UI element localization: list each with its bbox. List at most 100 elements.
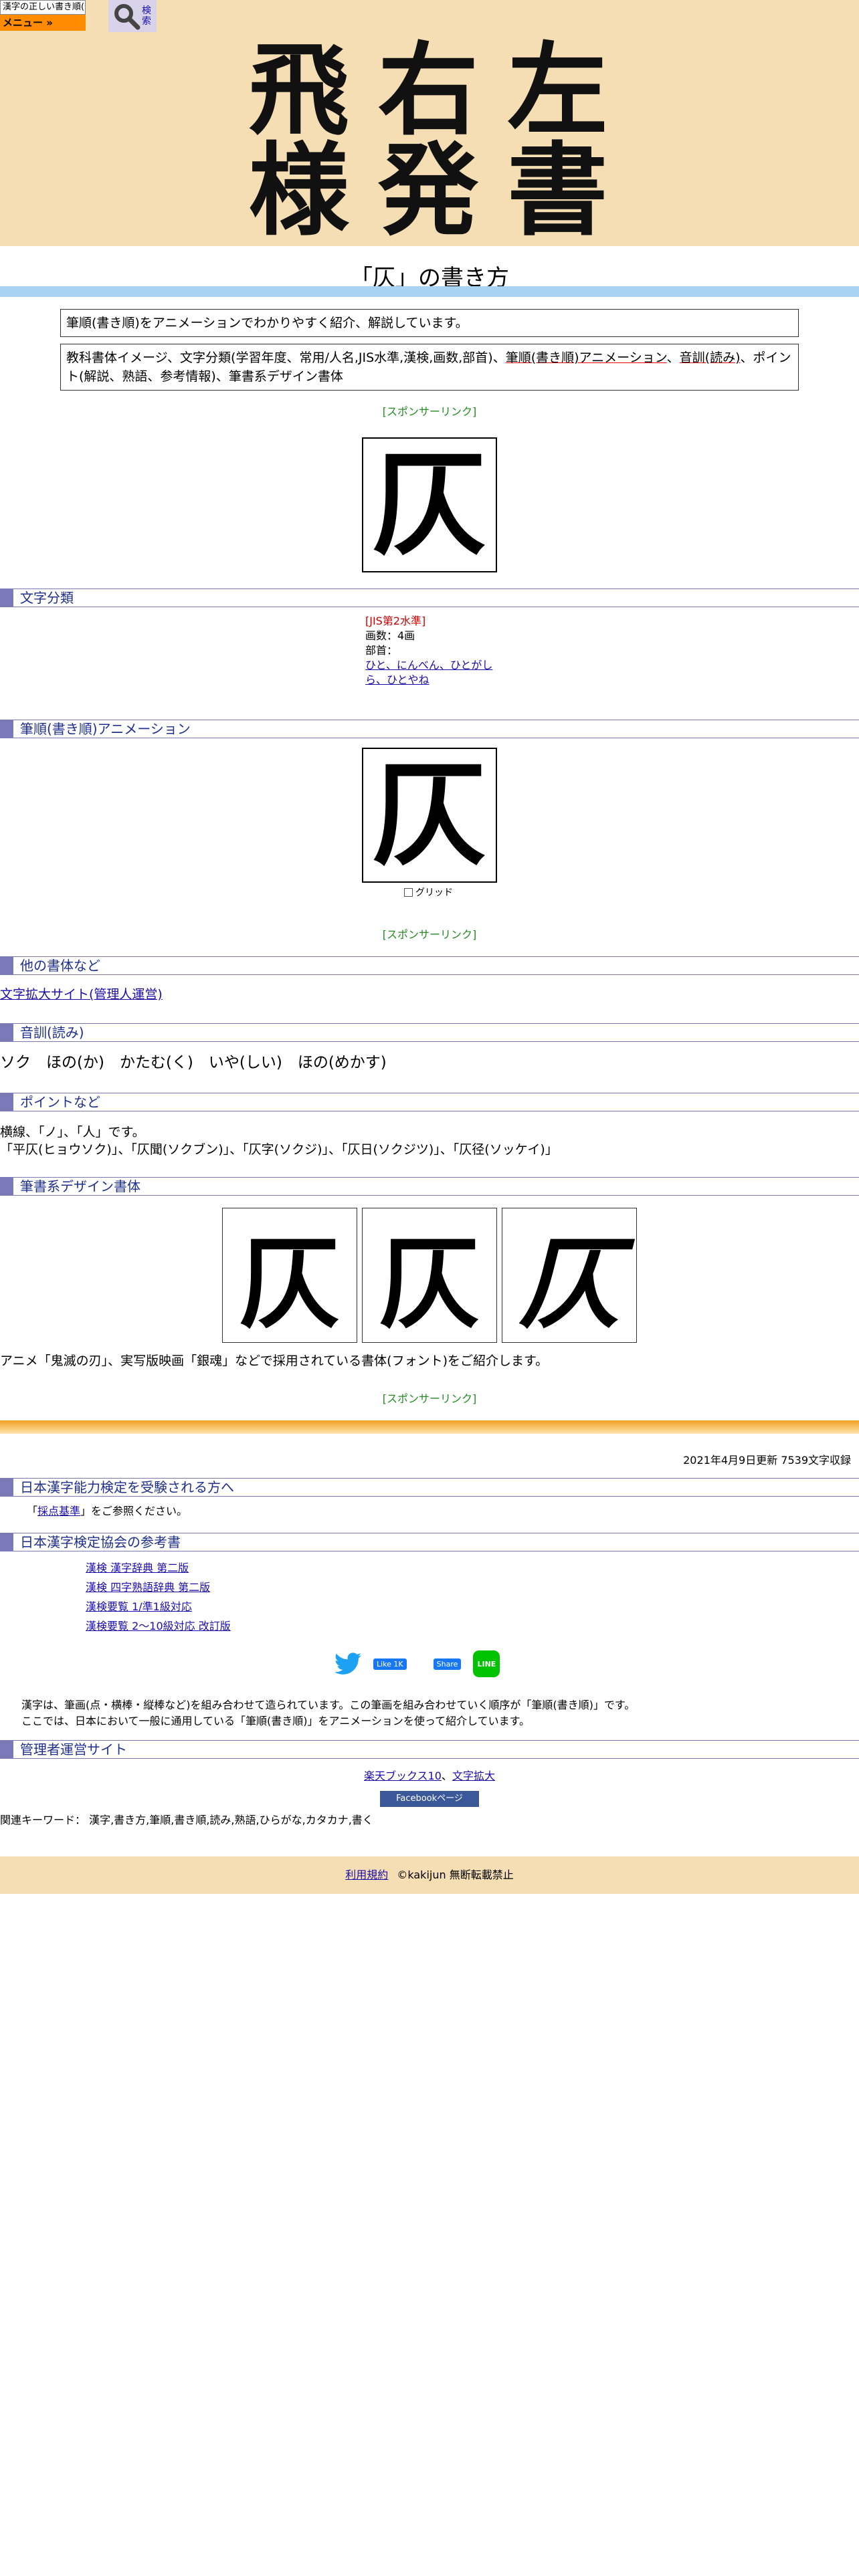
section-title: 文字分類 <box>20 590 74 606</box>
section-references: 日本漢字検定協会の参考書 <box>0 1533 859 1551</box>
section-readings: 音訓(読み) <box>0 1023 859 1042</box>
copyright: ©kakijun 無断転載禁止 <box>397 1868 514 1881</box>
grid-toggle[interactable]: グリッド <box>404 885 453 899</box>
section-points: ポイントなど <box>0 1093 859 1111</box>
points-line2: 「平仄(ヒョウソク)」、「仄聞(ソクブン)」、「仄字(ソクジ)」、「仄日(ソクジ… <box>0 1142 558 1157</box>
explanation-line2: ここでは、日本において一般に通用している「筆順(書き順)」をアニメーションを使っ… <box>21 1715 531 1727</box>
design-font-sample[interactable]: 仄 <box>502 1208 637 1343</box>
animation-link[interactable]: 筆順(書き順)アニメーション <box>506 350 667 365</box>
enlarge-link[interactable]: 文字拡大 <box>452 1769 495 1782</box>
facebook-like-button[interactable]: Like 1K <box>373 1658 407 1670</box>
facebook-share-button[interactable]: Share <box>433 1658 462 1670</box>
site-logo[interactable]: 漢字の正しい書き順(筆順) メニュー » <box>0 0 86 31</box>
hero-char: 様 <box>248 132 349 249</box>
sponsor-label: [スポンサーリンク] <box>382 1392 477 1405</box>
social-buttons: Like 1K Share LINE <box>335 1650 500 1677</box>
admin-links: 楽天ブックス10、文字拡大 <box>0 1768 859 1784</box>
section-marker <box>0 1024 13 1041</box>
section-classification: 文字分類 <box>0 588 859 607</box>
facebook-page-button[interactable]: Facebookページ <box>380 1791 479 1807</box>
hero-char: 左 <box>507 31 608 149</box>
stroke-animation[interactable]: 仄 <box>362 748 497 883</box>
section-marker <box>0 1479 13 1496</box>
sponsor-label: [スポンサーリンク] <box>382 928 477 941</box>
hero-calligraphy: 飛 右 左 様 発 書 <box>234 40 622 241</box>
terms-link[interactable]: 利用規約 <box>345 1868 388 1881</box>
reference-link[interactable]: 漢検 四字熟語辞典 第二版 <box>86 1581 210 1594</box>
grid-label: グリッド <box>415 887 453 898</box>
radical-label: 部首： <box>365 644 398 657</box>
section-title: 音訓(読み) <box>20 1025 84 1041</box>
section-kanken: 日本漢字能力検定を受験される方へ <box>0 1478 859 1497</box>
radical-line1[interactable]: ひと、にんべん、ひとがし <box>365 658 492 673</box>
title-divider <box>0 286 859 297</box>
reference-list: 漢検 漢字辞典 第二版 漢検 四字熟語辞典 第二版 漢検要覧 1/準1級対応 漢… <box>86 1558 231 1636</box>
admin-sep: 、 <box>441 1769 452 1782</box>
section-title: 筆順(書き順)アニメーション <box>20 721 191 737</box>
section-marker <box>0 1093 13 1111</box>
section-marker <box>0 589 13 607</box>
twitter-icon[interactable] <box>335 1652 361 1675</box>
hero-char: 飛 <box>248 31 349 149</box>
section-title: 日本漢字能力検定を受験される方へ <box>20 1479 234 1495</box>
list-item: 漢検要覧 1/準1級対応 <box>86 1597 231 1616</box>
explanation-line1: 漢字は、筆画(点・横棒・縦棒など)を組み合わせて造られています。この筆画を組み合… <box>21 1699 636 1711</box>
stroke-count: 画数：4画 <box>365 629 415 642</box>
search-button[interactable]: 検索 <box>108 0 157 32</box>
list-item: 漢検 漢字辞典 第二版 <box>86 1558 231 1578</box>
reference-link[interactable]: 漢検要覧 1/準1級対応 <box>86 1600 192 1613</box>
list-item: 漢検要覧 2～10級対応 改訂版 <box>86 1616 231 1636</box>
search-icon <box>114 4 140 30</box>
update-info: 2021年4月9日更新 7539文字収録 <box>683 1454 851 1467</box>
reference-link[interactable]: 漢検 漢字辞典 第二版 <box>86 1562 189 1574</box>
orange-divider <box>0 1420 859 1434</box>
intro-box: 筆順(書き順)をアニメーションでわかりやすく紹介、解説しています。 <box>60 309 799 337</box>
radical-link[interactable]: ひと、にんべん、ひとがし ら、ひとやね <box>365 658 492 687</box>
design-glyph: 仄 <box>518 1224 619 1343</box>
contents-box: 教科書体イメージ、文字分類(学習年度、常用/人名,JIS水準,漢検,画数,部首)… <box>60 344 799 391</box>
kanji-glyph: 仄 <box>372 438 486 572</box>
rakuten-books-link[interactable]: 楽天ブックス10 <box>364 1769 442 1782</box>
section-design-fonts: 筆書系デザイン書体 <box>0 1177 859 1196</box>
section-animation: 筆順(書き順)アニメーション <box>0 720 859 738</box>
readings-text: ソク ほの(か) かたむ(く) いや(しい) ほの(めかす) <box>0 1054 387 1071</box>
section-title: 管理者運営サイト <box>20 1741 127 1757</box>
classification-info: [JIS第2水準] 画数：4画 部首： ひと、にんべん、ひとがし ら、ひとやね <box>365 614 492 687</box>
grid-checkbox[interactable] <box>404 887 413 897</box>
jis-level: [JIS第2水準] <box>365 615 426 627</box>
top-bar: 漢字の正しい書き順(筆順) メニュー » 検索 <box>0 0 859 33</box>
section-marker <box>0 1533 13 1551</box>
section-title: 日本漢字検定協会の参考書 <box>20 1534 181 1550</box>
section-marker <box>0 957 13 974</box>
sponsor-label: [スポンサーリンク] <box>382 405 477 418</box>
contents-sep: 、 <box>666 350 680 365</box>
search-label[interactable]: 検索 <box>142 5 153 27</box>
section-other-styles: 他の書体など <box>0 956 859 975</box>
design-font-sample[interactable]: 仄 <box>222 1208 357 1343</box>
section-title: ポイントなど <box>20 1094 100 1110</box>
kanken-suffix: 」をご参照ください。 <box>80 1505 188 1517</box>
section-title: 筆書系デザイン書体 <box>20 1178 140 1194</box>
points-line1: 横線、「ノ」、「人」です。 <box>0 1125 145 1140</box>
explanation-text: 漢字は、筆画(点・横棒・縦棒など)を組み合わせて造られています。この筆画を組み合… <box>21 1697 635 1729</box>
readings-link[interactable]: 音訓(読み) <box>680 350 741 365</box>
design-glyph: 仄 <box>379 1224 480 1343</box>
kanji-image: 仄 <box>362 437 497 572</box>
list-item: 漢検 四字熟語辞典 第二版 <box>86 1578 231 1597</box>
hero-char: 右 <box>377 31 478 149</box>
design-font-sample[interactable]: 仄 <box>362 1208 497 1343</box>
logo-title[interactable]: 漢字の正しい書き順(筆順) <box>0 0 86 15</box>
hero-banner: 飛 右 左 様 発 書 <box>0 33 859 246</box>
design-note: アニメ「鬼滅の刃」、実写版映画「銀魂」などで採用されている書体(フォント)をご紹… <box>0 1354 549 1368</box>
reference-link[interactable]: 漢検要覧 2～10級対応 改訂版 <box>86 1620 231 1632</box>
scoring-criteria-link[interactable]: 採点基準 <box>37 1505 80 1517</box>
intro-text: 筆順(書き順)をアニメーションでわかりやすく紹介、解説しています。 <box>66 316 468 330</box>
enlarge-site-link[interactable]: 文字拡大サイト(管理人運営) <box>0 986 163 1003</box>
menu-button[interactable]: メニュー » <box>0 15 86 31</box>
line-share-button[interactable]: LINE <box>473 1650 500 1677</box>
radical-line2[interactable]: ら、ひとやね <box>365 673 492 687</box>
section-title: 他の書体など <box>20 958 100 974</box>
points-text: 横線、「ノ」、「人」です。 「平仄(ヒョウソク)」、「仄聞(ソクブン)」、「仄字… <box>0 1123 558 1158</box>
section-admin-sites: 管理者運営サイト <box>0 1740 859 1759</box>
hero-char: 書 <box>507 132 608 249</box>
